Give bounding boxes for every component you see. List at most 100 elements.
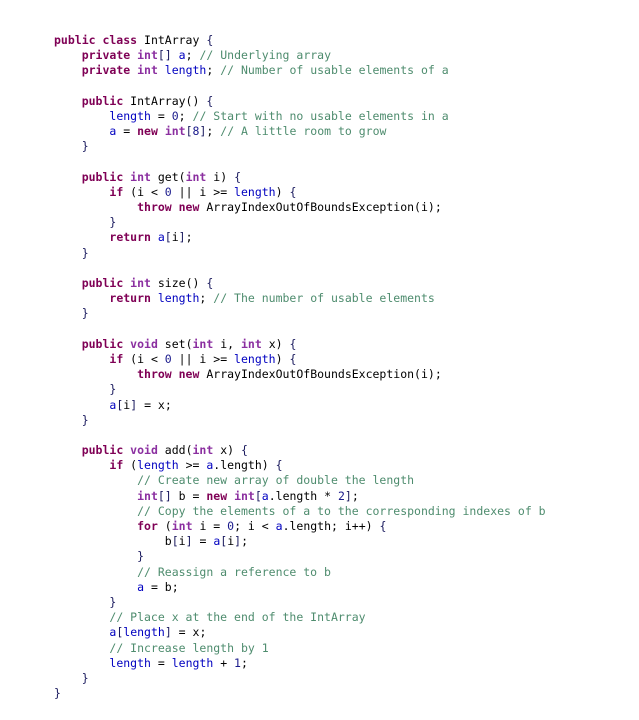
- code-token-br: [: [254, 488, 262, 503]
- code-token-cmt: // Reassign a reference to b: [137, 564, 331, 579]
- code-token-pl: = b;: [144, 579, 179, 594]
- code-line: private int length; // Number of usable …: [54, 63, 546, 78]
- code-token-cmt: // Start with no usable elements in a: [192, 108, 449, 123]
- code-token-num: 0: [164, 184, 172, 199]
- code-token-br: ]: [344, 488, 352, 503]
- code-token-pl: || i >=: [171, 184, 235, 199]
- code-token-typ: void: [130, 443, 165, 458]
- code-token-pl: IntArray: [144, 33, 207, 47]
- code-token-pl: b =: [171, 488, 207, 503]
- code-token-br: }: [81, 139, 89, 154]
- code-token-pl: b: [164, 534, 172, 549]
- code-token-kw: private: [81, 63, 138, 78]
- code-token-br: }: [81, 245, 89, 260]
- code-token-typ: void: [130, 336, 165, 351]
- code-token-pl: =: [192, 534, 214, 549]
- code-token-pl: ;: [351, 488, 359, 503]
- code-token-typ: int: [234, 488, 255, 503]
- code-token-br: }: [54, 686, 61, 701]
- code-token-fld: a: [275, 519, 283, 533]
- code-token-fld: length: [157, 291, 200, 306]
- code-token-pl: get(: [157, 169, 186, 184]
- code-token-fld: a: [157, 230, 165, 245]
- code-token-kw: throw new: [137, 367, 207, 382]
- code-line: public void set(int i, int x) {: [54, 337, 546, 352]
- code-token-num: 1: [234, 655, 241, 670]
- code-token-kw: public: [81, 276, 131, 290]
- code-token-kw: new: [137, 124, 165, 139]
- code-line: a[length] = x;: [54, 625, 546, 640]
- code-token-br: {: [289, 184, 297, 199]
- code-line: length = 0; // Start with no usable elem…: [54, 109, 546, 124]
- code-listing[interactable]: public class IntArray { private int[] a;…: [54, 33, 546, 701]
- code-line: if (length >= a.length) {: [54, 458, 546, 473]
- code-token-pl: ;: [178, 108, 193, 123]
- code-token-kw: new: [206, 488, 235, 503]
- code-token-br: {: [289, 336, 297, 351]
- code-token-kw: private: [81, 48, 138, 63]
- code-token-br: [: [185, 124, 193, 139]
- code-token-fld: a: [261, 488, 269, 503]
- code-token-typ: int: [130, 276, 158, 290]
- code-token-cmt: // A little room to grow: [220, 124, 387, 139]
- code-token-pl: IntArray(): [130, 93, 207, 108]
- code-token-kw: public class: [54, 33, 145, 47]
- code-token-pl: >=: [178, 458, 207, 473]
- code-line: // Place x at the end of the IntArray: [54, 610, 546, 625]
- code-token-cmt: // Create new array of double the length: [137, 473, 415, 488]
- code-token-kw: return: [109, 230, 158, 245]
- code-token-typ: int: [137, 48, 158, 63]
- code-token-pl: size(): [157, 276, 207, 290]
- code-token-pl: i =: [199, 519, 228, 533]
- code-token-typ: int: [137, 488, 158, 503]
- code-token-br: ]: [185, 534, 193, 549]
- code-line: public int size() {: [54, 276, 546, 291]
- code-line: int[] b = new int[a.length * 2];: [54, 489, 546, 504]
- code-token-fld: length: [234, 351, 276, 366]
- code-token-pl: || i >=: [171, 351, 235, 366]
- code-token-pl: = x;: [171, 625, 207, 640]
- code-line: }: [54, 595, 546, 610]
- code-line: if (i < 0 || i >= length) {: [54, 185, 546, 200]
- code-token-fld: length: [164, 63, 207, 78]
- code-token-br: }: [109, 215, 117, 230]
- code-token-pl: ;: [185, 230, 193, 245]
- code-line: a[i] = x;: [54, 398, 546, 413]
- code-line: }: [54, 306, 546, 321]
- code-line: public class IntArray {: [54, 33, 546, 48]
- code-token-br: [: [171, 534, 179, 549]
- code-token-pl: ;: [241, 534, 248, 549]
- code-token-br: }: [109, 594, 117, 609]
- code-token-typ: int: [137, 63, 165, 78]
- code-token-fld: a: [137, 579, 145, 594]
- code-token-kw: public: [81, 169, 131, 184]
- code-token-pl: i,: [220, 336, 241, 351]
- code-token-cmt: // The number of usable elements: [213, 291, 435, 306]
- code-line: }: [54, 549, 546, 564]
- code-token-fld: length: [109, 108, 151, 123]
- code-token-fld: a: [178, 48, 186, 63]
- code-token-kw: public: [81, 93, 131, 108]
- code-line: public IntArray() {: [54, 94, 546, 109]
- code-token-kw: if: [109, 351, 131, 366]
- code-token-br: }: [109, 382, 117, 397]
